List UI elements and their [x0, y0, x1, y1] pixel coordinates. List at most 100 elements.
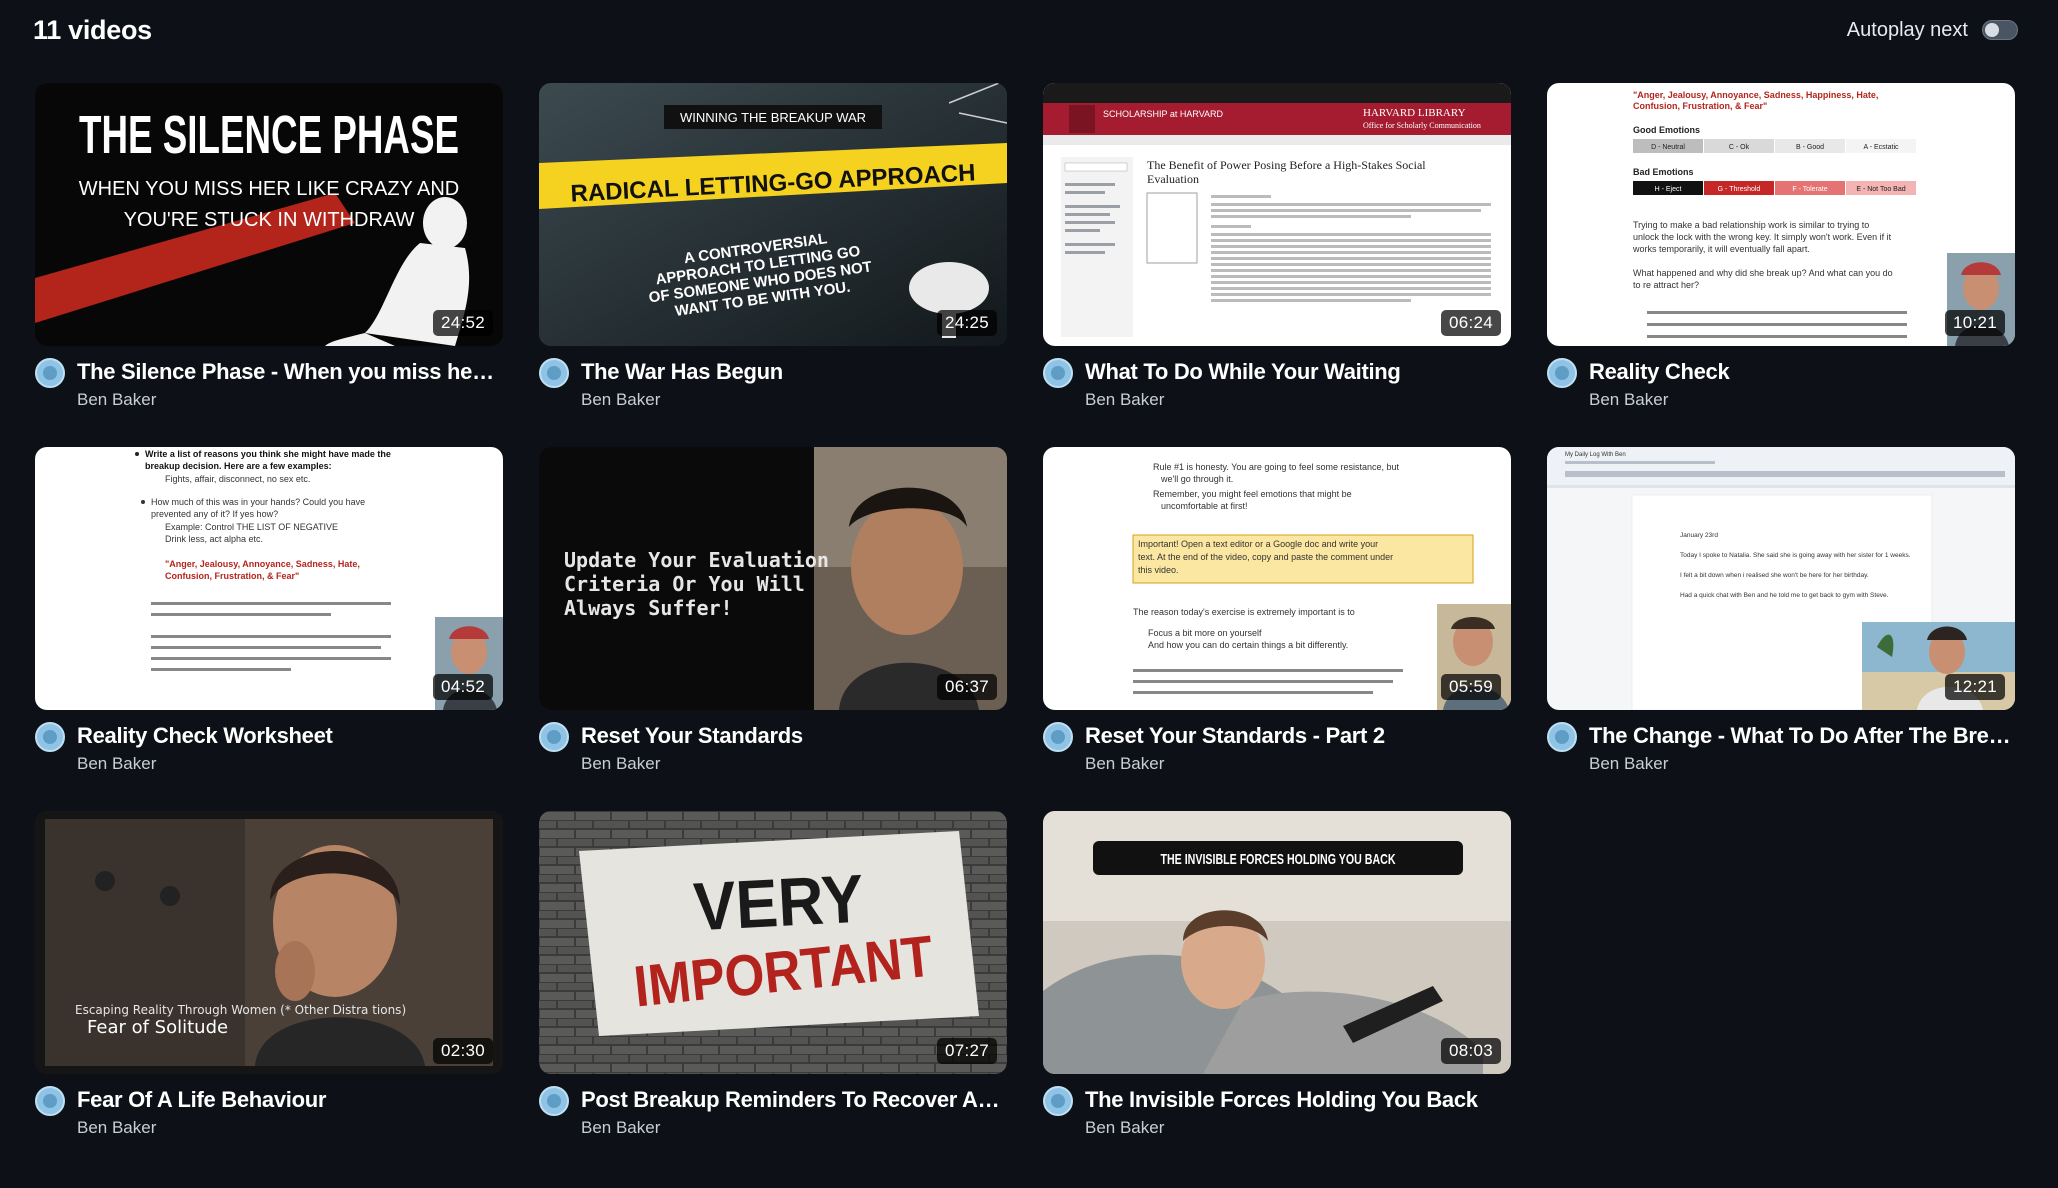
thumb-text: Write a list of reasons you think she mi…: [145, 449, 391, 459]
thumb-text: "Anger, Jealousy, Annoyance, Sadness, Ha…: [165, 559, 360, 569]
thumb-text: HARVARD LIBRARY: [1363, 107, 1466, 119]
video-author[interactable]: Ben Baker: [1085, 1118, 1509, 1138]
video-duration: 06:24: [1440, 310, 1501, 336]
video-title[interactable]: What To Do While Your Waiting: [1085, 357, 1509, 386]
thumbnail-image: Update Your Evaluation Criteria Or You W…: [539, 447, 1007, 710]
channel-avatar-icon[interactable]: [1547, 722, 1577, 752]
video-title[interactable]: The War Has Begun: [581, 357, 1005, 386]
video-thumbnail[interactable]: SCHOLARSHIP at HARVARD HARVARD LIBRARY O…: [1043, 83, 1511, 346]
video-card[interactable]: VERY IMPORTANT 07:27 Post Breakup Remind…: [539, 811, 1007, 1175]
thumb-text: January 23rd: [1680, 532, 1718, 539]
autoplay-control[interactable]: Autoplay next: [1847, 19, 2018, 42]
thumb-text: H - Eject: [1655, 186, 1682, 193]
video-card[interactable]: Escaping Reality Through Women (* Other …: [35, 811, 503, 1175]
thumb-text: uncomfortable at first!: [1161, 501, 1248, 511]
video-card[interactable]: Rule #1 is honesty. You are going to fee…: [1043, 447, 1511, 811]
video-author[interactable]: Ben Baker: [581, 754, 1005, 774]
thumb-text: B - Good: [1796, 144, 1824, 151]
channel-avatar-icon[interactable]: [1043, 1086, 1073, 1116]
video-meta: What To Do While Your Waiting Ben Baker: [1043, 357, 1511, 410]
thumbnail-image: My Daily Log With Ben January 23rd Today…: [1547, 447, 2015, 710]
thumb-text: How much of this was in your hands? Coul…: [151, 497, 365, 507]
video-card[interactable]: SCHOLARSHIP at HARVARD HARVARD LIBRARY O…: [1043, 83, 1511, 447]
video-thumbnail[interactable]: My Daily Log With Ben January 23rd Today…: [1547, 447, 2015, 710]
video-author[interactable]: Ben Baker: [1085, 390, 1509, 410]
thumb-text: A - Ecstatic: [1863, 144, 1899, 151]
video-author[interactable]: Ben Baker: [77, 1118, 501, 1138]
video-duration: 05:59: [1440, 674, 1501, 700]
video-author[interactable]: Ben Baker: [77, 390, 501, 410]
thumb-text: text. At the end of the video, copy and …: [1138, 552, 1393, 562]
thumb-text: to re attract her?: [1633, 280, 1699, 290]
channel-avatar-icon[interactable]: [35, 722, 65, 752]
channel-avatar-icon[interactable]: [1547, 358, 1577, 388]
video-title[interactable]: Fear Of A Life Behaviour: [77, 1085, 501, 1114]
video-author[interactable]: Ben Baker: [1085, 754, 1509, 774]
video-meta: The Silence Phase - When you miss her li…: [35, 357, 503, 410]
video-title[interactable]: Reality Check Worksheet: [77, 721, 501, 750]
channel-avatar-icon[interactable]: [1043, 358, 1073, 388]
autoplay-label: Autoplay next: [1846, 18, 1968, 41]
video-title[interactable]: The Change - What To Do After The Breaku…: [1589, 721, 2013, 750]
video-title[interactable]: The Silence Phase - When you miss her li…: [77, 357, 501, 386]
video-author[interactable]: Ben Baker: [581, 1118, 1005, 1138]
playlist-header: 11 videos Autoplay next: [33, 12, 2018, 48]
thumb-text: Example: Control THE LIST OF NEGATIVE: [165, 522, 338, 532]
video-thumbnail[interactable]: Escaping Reality Through Women (* Other …: [35, 811, 503, 1074]
channel-avatar-icon[interactable]: [539, 1086, 569, 1116]
thumb-text: Confusion, Frustration, & Fear": [1633, 101, 1767, 111]
video-card[interactable]: "Anger, Jealousy, Annoyance, Sadness, Ha…: [1547, 83, 2015, 447]
video-author[interactable]: Ben Baker: [1589, 754, 2013, 774]
video-card[interactable]: THE INVISIBLE FORCES HOLDING YOU BACK 08…: [1043, 811, 1511, 1175]
channel-avatar-icon[interactable]: [539, 358, 569, 388]
thumb-text: this video.: [1138, 565, 1179, 575]
video-thumbnail[interactable]: "Anger, Jealousy, Annoyance, Sadness, Ha…: [1547, 83, 2015, 346]
autoplay-toggle[interactable]: [1982, 20, 2018, 40]
video-author[interactable]: Ben Baker: [1589, 390, 2013, 410]
video-thumbnail[interactable]: WINNING THE BREAKUP WAR RADICAL LETTING-…: [539, 83, 1007, 346]
thumb-text: unlock the lock with the wrong key. It s…: [1633, 232, 1892, 242]
thumb-text: works temporarily, it will eventually fa…: [1632, 244, 1810, 254]
channel-avatar-icon[interactable]: [1043, 722, 1073, 752]
video-thumbnail[interactable]: THE SILENCE PHASE WHEN YOU MISS HER LIKE…: [35, 83, 503, 346]
thumbnail-image: Write a list of reasons you think she mi…: [35, 447, 503, 710]
thumb-text: Update Your Evaluation: [564, 548, 829, 572]
video-meta: Post Breakup Reminders To Recover And Mo…: [539, 1085, 1007, 1138]
video-author[interactable]: Ben Baker: [581, 390, 1005, 410]
video-duration: 10:21: [1944, 310, 2005, 336]
video-thumbnail[interactable]: Update Your Evaluation Criteria Or You W…: [539, 447, 1007, 710]
thumb-text: we'll go through it.: [1160, 474, 1233, 484]
channel-avatar-icon[interactable]: [539, 722, 569, 752]
thumb-text: My Daily Log With Ben: [1565, 452, 1626, 458]
video-grid: THE SILENCE PHASE WHEN YOU MISS HER LIKE…: [35, 83, 2015, 1175]
thumb-text: WHEN YOU MISS HER LIKE CRAZY AND: [79, 178, 459, 200]
thumb-text: D - Neutral: [1651, 144, 1685, 151]
video-author[interactable]: Ben Baker: [77, 754, 501, 774]
video-card[interactable]: THE SILENCE PHASE WHEN YOU MISS HER LIKE…: [35, 83, 503, 447]
video-thumbnail[interactable]: VERY IMPORTANT 07:27: [539, 811, 1007, 1074]
video-meta: Reset Your Standards - Part 2 Ben Baker: [1043, 721, 1511, 774]
video-thumbnail[interactable]: THE INVISIBLE FORCES HOLDING YOU BACK 08…: [1043, 811, 1511, 1074]
video-title[interactable]: Post Breakup Reminders To Recover And Mo…: [581, 1085, 1005, 1114]
video-title[interactable]: Reset Your Standards: [581, 721, 1005, 750]
video-title[interactable]: Reset Your Standards - Part 2: [1085, 721, 1509, 750]
video-duration: 08:03: [1440, 1038, 1501, 1064]
channel-avatar-icon[interactable]: [35, 358, 65, 388]
video-meta: The Invisible Forces Holding You Back Be…: [1043, 1085, 1511, 1138]
thumb-text: breakup decision. Here are a few example…: [145, 461, 332, 471]
video-card[interactable]: WINNING THE BREAKUP WAR RADICAL LETTING-…: [539, 83, 1007, 447]
video-duration: 07:27: [936, 1038, 997, 1064]
video-title[interactable]: Reality Check: [1589, 357, 2013, 386]
thumb-text: THE SILENCE PHASE: [79, 105, 459, 165]
thumbnail-image: THE SILENCE PHASE WHEN YOU MISS HER LIKE…: [35, 83, 503, 346]
thumbnail-image: THE INVISIBLE FORCES HOLDING YOU BACK: [1043, 811, 1511, 1074]
video-thumbnail[interactable]: Write a list of reasons you think she mi…: [35, 447, 503, 710]
video-card[interactable]: My Daily Log With Ben January 23rd Today…: [1547, 447, 2015, 811]
video-card[interactable]: Update Your Evaluation Criteria Or You W…: [539, 447, 1007, 811]
video-thumbnail[interactable]: Rule #1 is honesty. You are going to fee…: [1043, 447, 1511, 710]
video-title[interactable]: The Invisible Forces Holding You Back: [1085, 1085, 1509, 1114]
channel-avatar-icon[interactable]: [35, 1086, 65, 1116]
video-meta: The War Has Begun Ben Baker: [539, 357, 1007, 410]
thumb-text: Trying to make a bad relationship work i…: [1633, 220, 1869, 230]
video-card[interactable]: Write a list of reasons you think she mi…: [35, 447, 503, 811]
